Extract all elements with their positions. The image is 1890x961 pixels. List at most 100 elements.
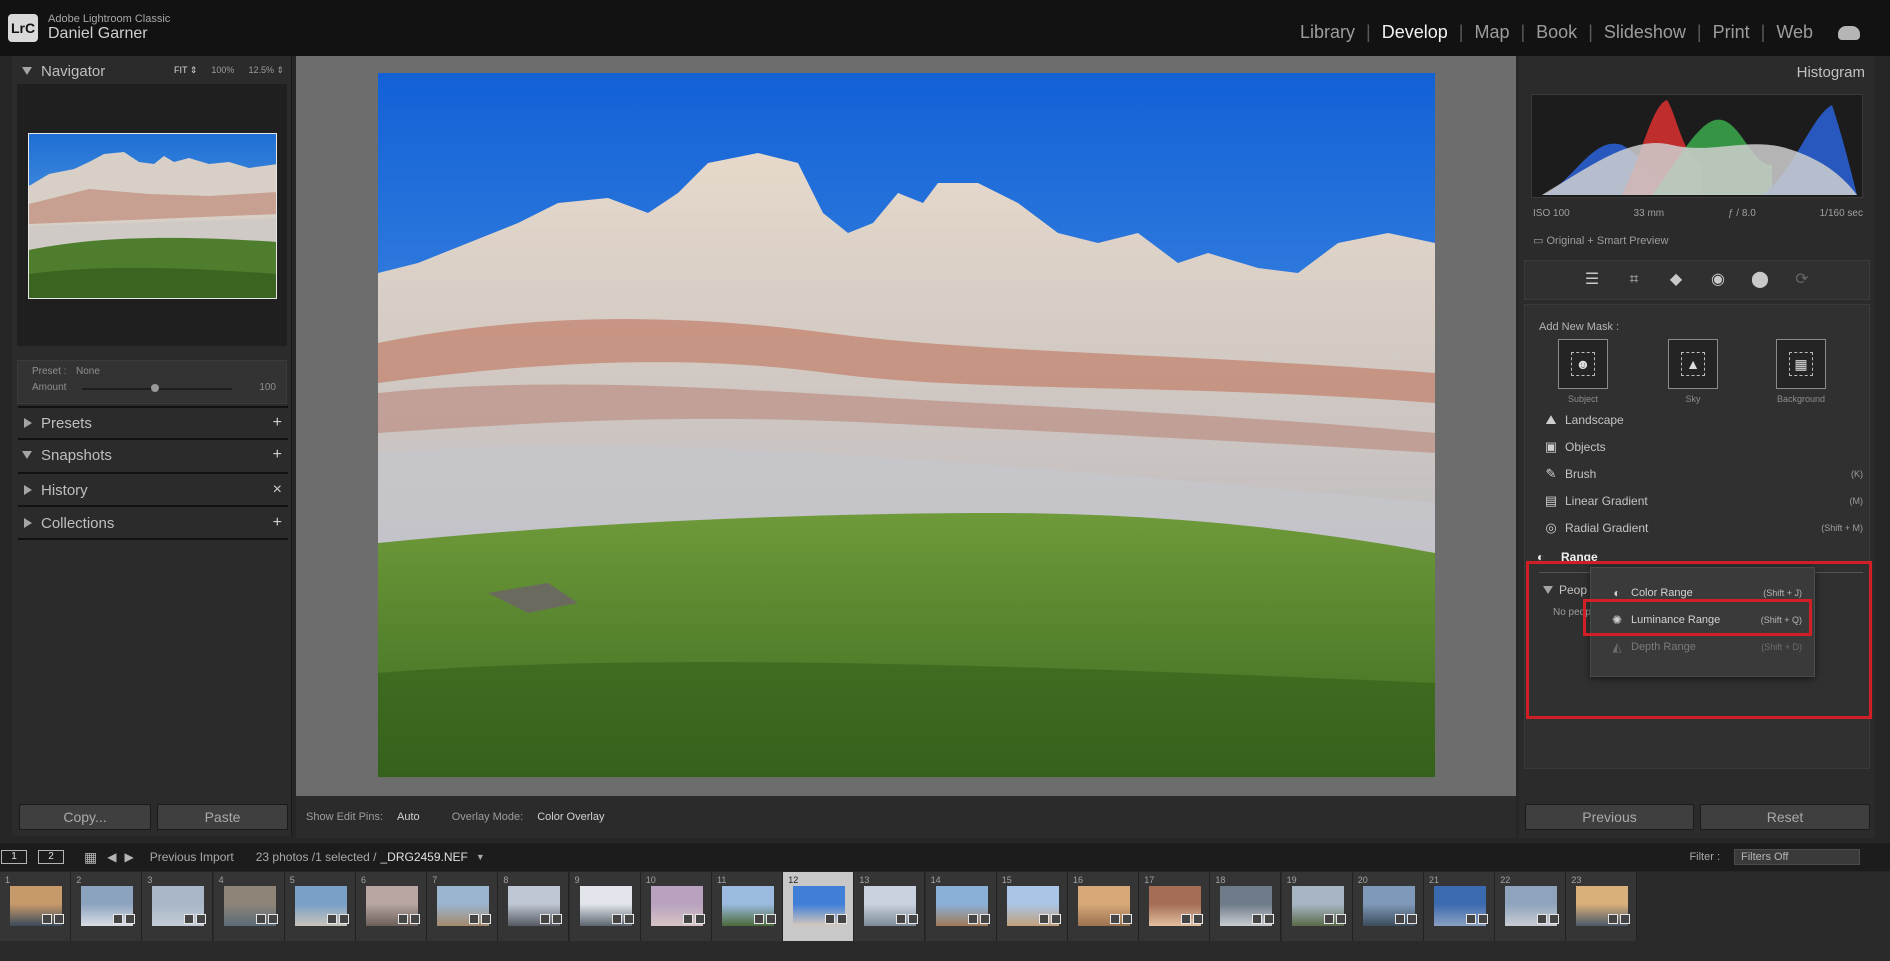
add-collection-icon[interactable]: + xyxy=(273,514,282,532)
chevron-down-icon[interactable]: ▼ xyxy=(476,852,485,862)
module-book[interactable]: Book xyxy=(1525,22,1588,43)
module-print[interactable]: Print xyxy=(1702,22,1761,43)
histogram-title[interactable]: Histogram xyxy=(1797,64,1865,81)
module-slideshow[interactable]: Slideshow xyxy=(1593,22,1697,43)
clear-history-icon[interactable]: × xyxy=(273,481,282,499)
module-develop[interactable]: Develop xyxy=(1371,22,1459,43)
reset-button[interactable]: Reset xyxy=(1700,804,1870,830)
filmstrip-cell[interactable]: 2 xyxy=(71,872,143,941)
cloud-icon[interactable] xyxy=(1838,25,1860,40)
paste-settings-button[interactable]: Paste xyxy=(157,804,288,830)
selected-filename[interactable]: _DRG2459.NEF xyxy=(380,850,467,864)
crop-icon[interactable]: ⌗ xyxy=(1624,270,1644,290)
main-photo[interactable] xyxy=(378,73,1435,777)
edited-badge-icon xyxy=(1181,914,1192,924)
navigator-header[interactable]: Navigator FIT ⇕ 100% 12.5% ⇕ xyxy=(12,56,288,86)
focal-length-value: 33 mm xyxy=(1633,208,1665,219)
select-background-button[interactable]: ▦ xyxy=(1776,339,1826,389)
module-map[interactable]: Map xyxy=(1463,22,1520,43)
edit-sliders-icon[interactable]: ☰ xyxy=(1582,270,1602,290)
filmstrip-cell[interactable]: 18 xyxy=(1210,872,1282,941)
linear-gradient-icon: ▤ xyxy=(1544,493,1558,508)
mask-brush[interactable]: ✎ Brush (K) xyxy=(1543,463,1873,485)
zoom-fit-option[interactable]: FIT ⇕ xyxy=(174,65,197,76)
module-library[interactable]: Library xyxy=(1289,22,1366,43)
shutter-speed-value: 1/160 sec xyxy=(1819,208,1863,219)
filmstrip-cell[interactable]: 6 xyxy=(356,872,427,941)
filmstrip-cell[interactable]: 3 xyxy=(142,872,214,941)
metadata-badge-icon xyxy=(267,914,278,924)
filter-dropdown[interactable]: Filters Off xyxy=(1734,849,1860,865)
cell-number: 22 xyxy=(1500,875,1511,885)
annotation-highlight-range xyxy=(1526,561,1872,719)
mask-linear-gradient[interactable]: ▤ Linear Gradient (M) xyxy=(1543,490,1873,512)
right-panel: Histogram ISO 100 33 mm ƒ / 8.0 1/160 se… xyxy=(1519,56,1875,838)
filmstrip-cell[interactable]: 8 xyxy=(498,872,570,941)
filmstrip-cell[interactable]: 11 xyxy=(712,872,783,941)
overlay-mode-dropdown[interactable]: Color Overlay xyxy=(537,811,604,823)
filmstrip-cell[interactable]: 22 xyxy=(1495,872,1567,941)
filmstrip-cell[interactable]: 14 xyxy=(925,872,997,941)
masking-icon[interactable]: ⬤ xyxy=(1750,270,1770,290)
objects-icon: ▣ xyxy=(1544,439,1558,454)
presets-header[interactable]: Presets + xyxy=(12,408,288,438)
filmstrip-cell[interactable]: 4 xyxy=(213,872,285,941)
heal-eraser-icon[interactable]: ◆ xyxy=(1666,270,1686,290)
filmstrip-cell[interactable]: 7 xyxy=(427,872,499,941)
collections-header[interactable]: Collections + xyxy=(12,508,288,538)
edit-pins-dropdown[interactable]: Auto xyxy=(397,811,420,823)
main-window-button[interactable]: 1 xyxy=(1,850,27,864)
develop-tool-strip: ☰ ⌗ ◆ ◉ ⬤ ⟳ xyxy=(1524,260,1870,300)
reset-mask-icon[interactable]: ⟳ xyxy=(1792,270,1812,290)
metadata-badge-icon xyxy=(1549,914,1560,924)
identity-plate[interactable]: Daniel Garner xyxy=(48,25,148,43)
mask-landscape[interactable]: ⛰ Landscape xyxy=(1543,409,1873,431)
select-subject-button[interactable]: ☻ xyxy=(1558,339,1608,389)
filmstrip-cell[interactable]: 20 xyxy=(1352,872,1424,941)
previous-button[interactable]: Previous xyxy=(1525,804,1694,830)
filmstrip-cell[interactable]: 15 xyxy=(996,872,1068,941)
snapshots-header[interactable]: Snapshots + xyxy=(12,440,288,470)
select-sky-button[interactable]: ▲ xyxy=(1668,339,1718,389)
back-arrow-icon[interactable]: ◀ xyxy=(107,850,116,864)
preset-value[interactable]: None xyxy=(76,366,100,377)
filmstrip-cell[interactable]: 16 xyxy=(1068,872,1139,941)
add-preset-icon[interactable]: + xyxy=(273,414,282,432)
filmstrip-cell[interactable]: 19 xyxy=(1281,872,1353,941)
cell-number: 3 xyxy=(147,875,153,885)
cell-number: 23 xyxy=(1571,875,1582,885)
filmstrip-cell[interactable]: 1 xyxy=(0,872,71,941)
mask-objects[interactable]: ▣ Objects xyxy=(1543,436,1873,458)
copy-settings-button[interactable]: Copy... xyxy=(19,804,151,830)
edited-badge-icon xyxy=(540,914,551,924)
radial-gradient-icon: ◎ xyxy=(1545,520,1557,535)
filmstrip-cell[interactable]: 9 xyxy=(569,872,641,941)
filmstrip-cell[interactable]: 10 xyxy=(640,872,712,941)
filmstrip-source[interactable]: Previous Import xyxy=(150,850,234,864)
histogram[interactable] xyxy=(1531,94,1863,198)
history-header[interactable]: History × xyxy=(12,475,288,505)
cell-number: 10 xyxy=(645,875,656,885)
navigator-thumbnail[interactable] xyxy=(28,133,277,299)
filmstrip-cell[interactable]: 23 xyxy=(1566,872,1638,941)
filmstrip-cell[interactable]: 21 xyxy=(1424,872,1495,941)
module-picker: Library | Develop | Map | Book | Slidesh… xyxy=(1289,22,1860,43)
zoom-custom-option[interactable]: 12.5% ⇕ xyxy=(248,65,284,76)
amount-slider-thumb[interactable] xyxy=(151,384,159,392)
second-window-button[interactable]: 2 xyxy=(38,850,64,864)
mask-radial-gradient[interactable]: ◎ Radial Gradient (Shift + M) xyxy=(1543,517,1873,539)
filmstrip-cell[interactable]: 5 xyxy=(284,872,356,941)
filmstrip-cell[interactable]: 12 xyxy=(783,872,855,941)
module-web[interactable]: Web xyxy=(1765,22,1824,43)
filmstrip-cell[interactable]: 17 xyxy=(1139,872,1211,941)
landscape-photo xyxy=(378,73,1435,777)
smart-preview-status[interactable]: ▭ Original + Smart Preview xyxy=(1533,234,1668,247)
filmstrip-cell[interactable]: 13 xyxy=(854,872,926,941)
forward-arrow-icon[interactable]: ▶ xyxy=(124,850,133,864)
grid-view-icon[interactable]: ▦ xyxy=(84,849,97,866)
cell-number: 9 xyxy=(574,875,580,885)
red-eye-icon[interactable]: ◉ xyxy=(1708,270,1728,290)
zoom-100-option[interactable]: 100% xyxy=(211,65,234,76)
subject-icon: ☻ xyxy=(1571,352,1595,376)
add-snapshot-icon[interactable]: + xyxy=(273,446,282,464)
